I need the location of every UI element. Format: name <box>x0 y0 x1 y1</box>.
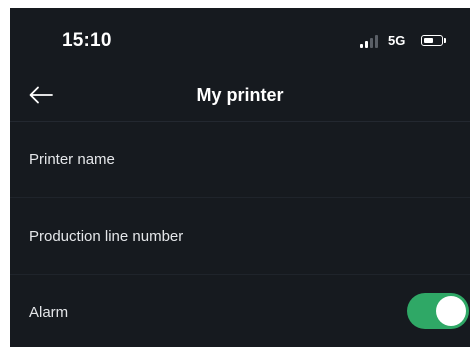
signal-bar <box>365 41 368 48</box>
alarm-label: Alarm <box>29 304 69 321</box>
nav-bar: My printer <box>10 72 470 122</box>
network-type: 5G <box>388 33 406 48</box>
status-bar: 15:10 5G <box>10 8 470 72</box>
printer-name-label: Printer name <box>29 151 115 168</box>
battery-tip <box>444 38 446 43</box>
alarm-toggle[interactable] <box>407 293 469 329</box>
battery-level <box>423 37 434 43</box>
status-time: 15:10 <box>62 30 112 51</box>
signal-bar <box>370 38 373 48</box>
battery-icon <box>421 35 443 46</box>
list-item-alarm: Alarm <box>10 275 470 347</box>
toggle-knob <box>436 296 466 326</box>
signal-bar <box>375 35 378 48</box>
signal-strength-icon <box>360 35 384 48</box>
signal-bar <box>360 44 363 48</box>
page-title: My printer <box>196 85 284 105</box>
phone-screen: 15:10 5G My printer Printer name Product… <box>10 8 470 347</box>
production-line-number-label: Production line number <box>29 228 184 245</box>
list-item-production-line-number[interactable]: Production line number <box>10 198 470 275</box>
list-item-printer-name[interactable]: Printer name <box>10 121 470 198</box>
